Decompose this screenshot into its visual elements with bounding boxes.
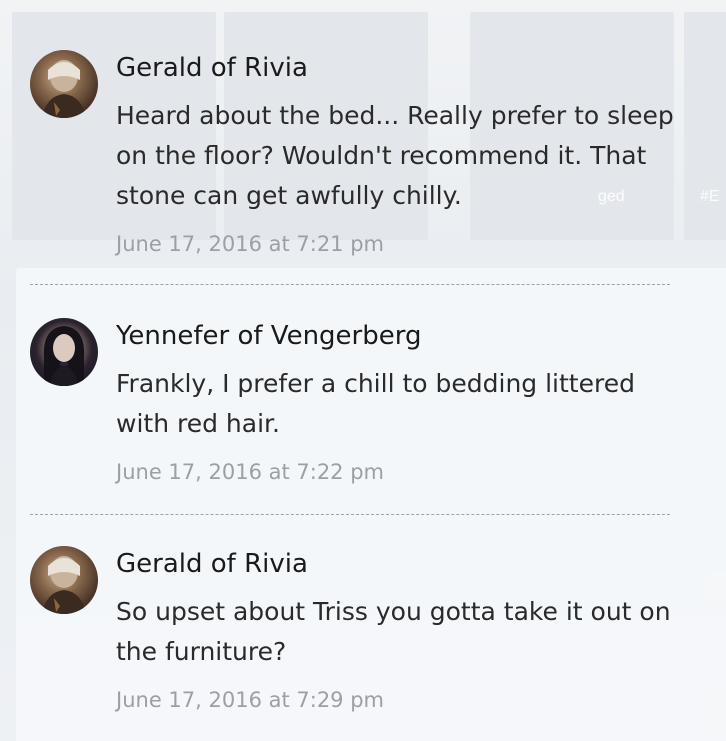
comment-author[interactable]: Gerald of Rivia <box>116 50 308 86</box>
background-tile-label: #E <box>700 188 720 205</box>
comment-author[interactable]: Gerald of Rivia <box>116 546 308 582</box>
avatar[interactable] <box>30 546 98 614</box>
avatar[interactable] <box>30 318 98 386</box>
comment-divider <box>30 284 670 285</box>
comment-date[interactable]: June 17, 2016 at 7:21 pm <box>116 230 384 258</box>
gerald-avatar-icon <box>42 60 86 118</box>
comment-divider <box>30 514 670 515</box>
comment-author[interactable]: Yennefer of Vengerberg <box>116 318 421 354</box>
comment-text: Heard about the bed... Really prefer to … <box>116 101 674 210</box>
comment-text: So upset about Triss you gotta take it o… <box>116 597 671 666</box>
avatar[interactable] <box>30 50 98 118</box>
yennefer-avatar-icon <box>43 326 85 386</box>
comment-text: Frankly, I prefer a chill to bedding lit… <box>116 369 635 438</box>
side-toggle-icon[interactable] <box>706 572 726 602</box>
gerald-avatar-icon <box>42 556 86 614</box>
comment-date[interactable]: June 17, 2016 at 7:29 pm <box>116 686 384 714</box>
comment-date[interactable]: June 17, 2016 at 7:22 pm <box>116 458 384 486</box>
chat-bubble-icon[interactable] <box>706 690 726 730</box>
